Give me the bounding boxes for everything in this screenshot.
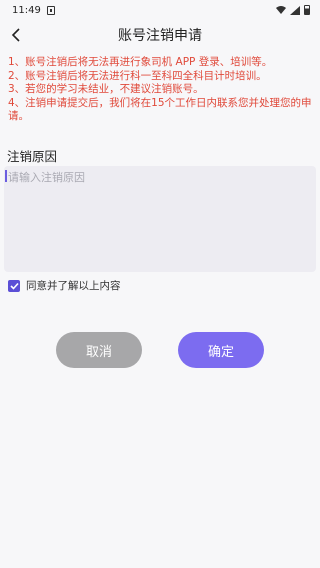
status-bar-left: 11:49 — [12, 5, 55, 16]
agreement-checkbox[interactable] — [8, 279, 20, 292]
notice-line: 3、若您的学习未结业，不建议注销账号。 — [8, 83, 204, 96]
reason-label: 注销原因 — [7, 149, 58, 164]
back-button[interactable] — [6, 25, 26, 45]
notice-line: 4、注销申请提交后，我们将在15个工作日内联系您并处理您的申请。 — [8, 96, 312, 123]
status-time: 11:49 — [12, 4, 41, 16]
notification-icon — [46, 5, 55, 15]
wifi-icon — [276, 6, 286, 14]
reason-input[interactable] — [4, 166, 316, 272]
status-bar-right — [276, 5, 310, 15]
check-icon — [9, 282, 19, 290]
chevron-left-icon — [11, 28, 20, 42]
agreement-label: 同意并了解以上内容 — [26, 280, 121, 292]
battery-icon — [304, 5, 310, 15]
status-bar: 11:49 — [0, 0, 320, 20]
cancel-button[interactable]: 取消 — [56, 332, 142, 368]
text-caret — [5, 170, 7, 182]
confirm-button[interactable]: 确定 — [178, 332, 264, 368]
notice-line: 1、账号注销后将无法再进行象司机 APP 登录、培训等。 — [8, 56, 273, 68]
notice-line: 2、账号注销后将无法进行科一至科四全科目计时培训。 — [8, 69, 267, 82]
signal-icon — [290, 5, 300, 15]
app-header: 账号注销申请 — [0, 20, 320, 50]
notice-text: 1、账号注销后将无法再进行象司机 APP 登录、培训等。 2、账号注销后将无法进… — [8, 56, 314, 124]
page-title: 账号注销申请 — [118, 28, 202, 44]
agreement-row[interactable]: 同意并了解以上内容 — [8, 278, 121, 293]
